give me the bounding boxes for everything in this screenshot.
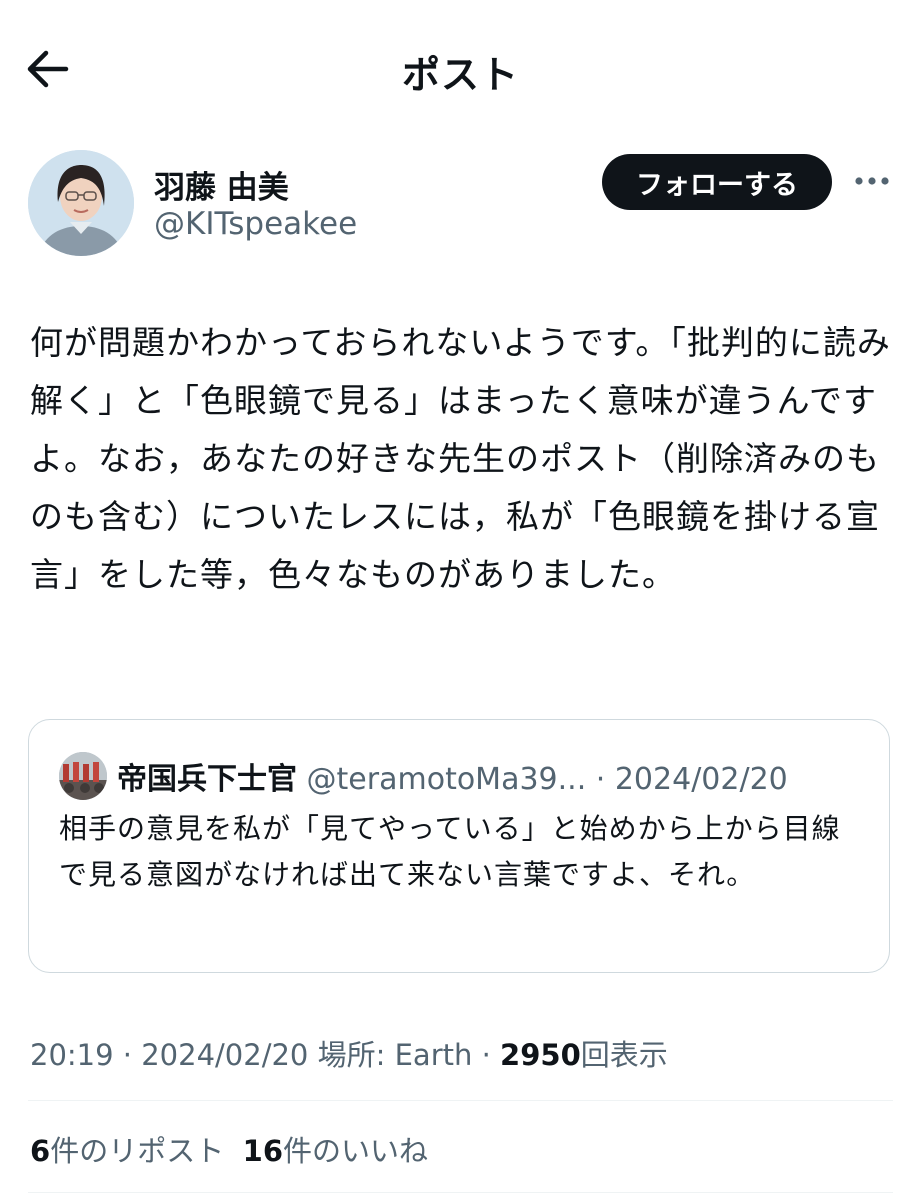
top-bar: ポスト: [0, 0, 921, 140]
view-count: 2950: [500, 1038, 581, 1072]
repost-count-link[interactable]: 6件のリポスト: [30, 1134, 224, 1168]
post-text: 何が問題かわかっておられないようです。「批判的に読み解く」と「色眼鏡で見る」はま…: [30, 323, 891, 594]
author-row: 羽藤 由美 @KITspeakee フォローする: [28, 150, 898, 260]
quote-text: 相手の意見を私が「見てやっている」と始めから上から目線で見る意図がなければ出て来…: [59, 812, 841, 891]
quote-handle: @teramotoMa39...: [306, 762, 587, 797]
quote-avatar: [59, 752, 107, 800]
follow-button[interactable]: フォローする: [602, 154, 832, 210]
display-name[interactable]: 羽藤 由美: [154, 162, 289, 207]
avatar-image: [28, 150, 134, 256]
like-label: 件のいいね: [283, 1134, 429, 1168]
post-location: 場所: Earth: [308, 1038, 473, 1072]
post-date[interactable]: 2024/02/20: [141, 1038, 308, 1072]
like-count: 16: [242, 1134, 283, 1168]
quoted-post[interactable]: 帝国兵下士官 @teramotoMa39... · 2024/02/20 相手の…: [28, 719, 890, 973]
meta-separator: ·: [472, 1038, 501, 1072]
quote-avatar-image: [59, 752, 107, 800]
quote-separator: ·: [586, 762, 615, 797]
view-count-label: 回表示: [580, 1038, 668, 1072]
quote-date: 2024/02/20: [614, 762, 788, 797]
quote-display-name: 帝国兵下士官: [117, 762, 297, 797]
post-meta: 20:19 · 2024/02/20 場所: Earth · 2950回表示: [30, 1032, 668, 1074]
post-time[interactable]: 20:19: [30, 1038, 114, 1072]
meta-separator: ·: [113, 1038, 142, 1072]
more-button[interactable]: [852, 166, 892, 196]
divider: [28, 1100, 893, 1101]
quote-header: 帝国兵下士官 @teramotoMa39... · 2024/02/20: [117, 754, 788, 798]
avatar[interactable]: [28, 150, 134, 256]
repost-count: 6: [30, 1134, 51, 1168]
more-horizontal-icon: [855, 177, 889, 185]
like-count-link[interactable]: 16件のいいね: [243, 1134, 428, 1168]
engagement-stats: 6件のリポスト 16件のいいね: [30, 1128, 428, 1170]
repost-label: 件のリポスト: [50, 1134, 225, 1168]
divider: [28, 1192, 893, 1193]
user-handle[interactable]: @KITspeakee: [154, 206, 357, 242]
page-title: ポスト: [401, 53, 519, 97]
